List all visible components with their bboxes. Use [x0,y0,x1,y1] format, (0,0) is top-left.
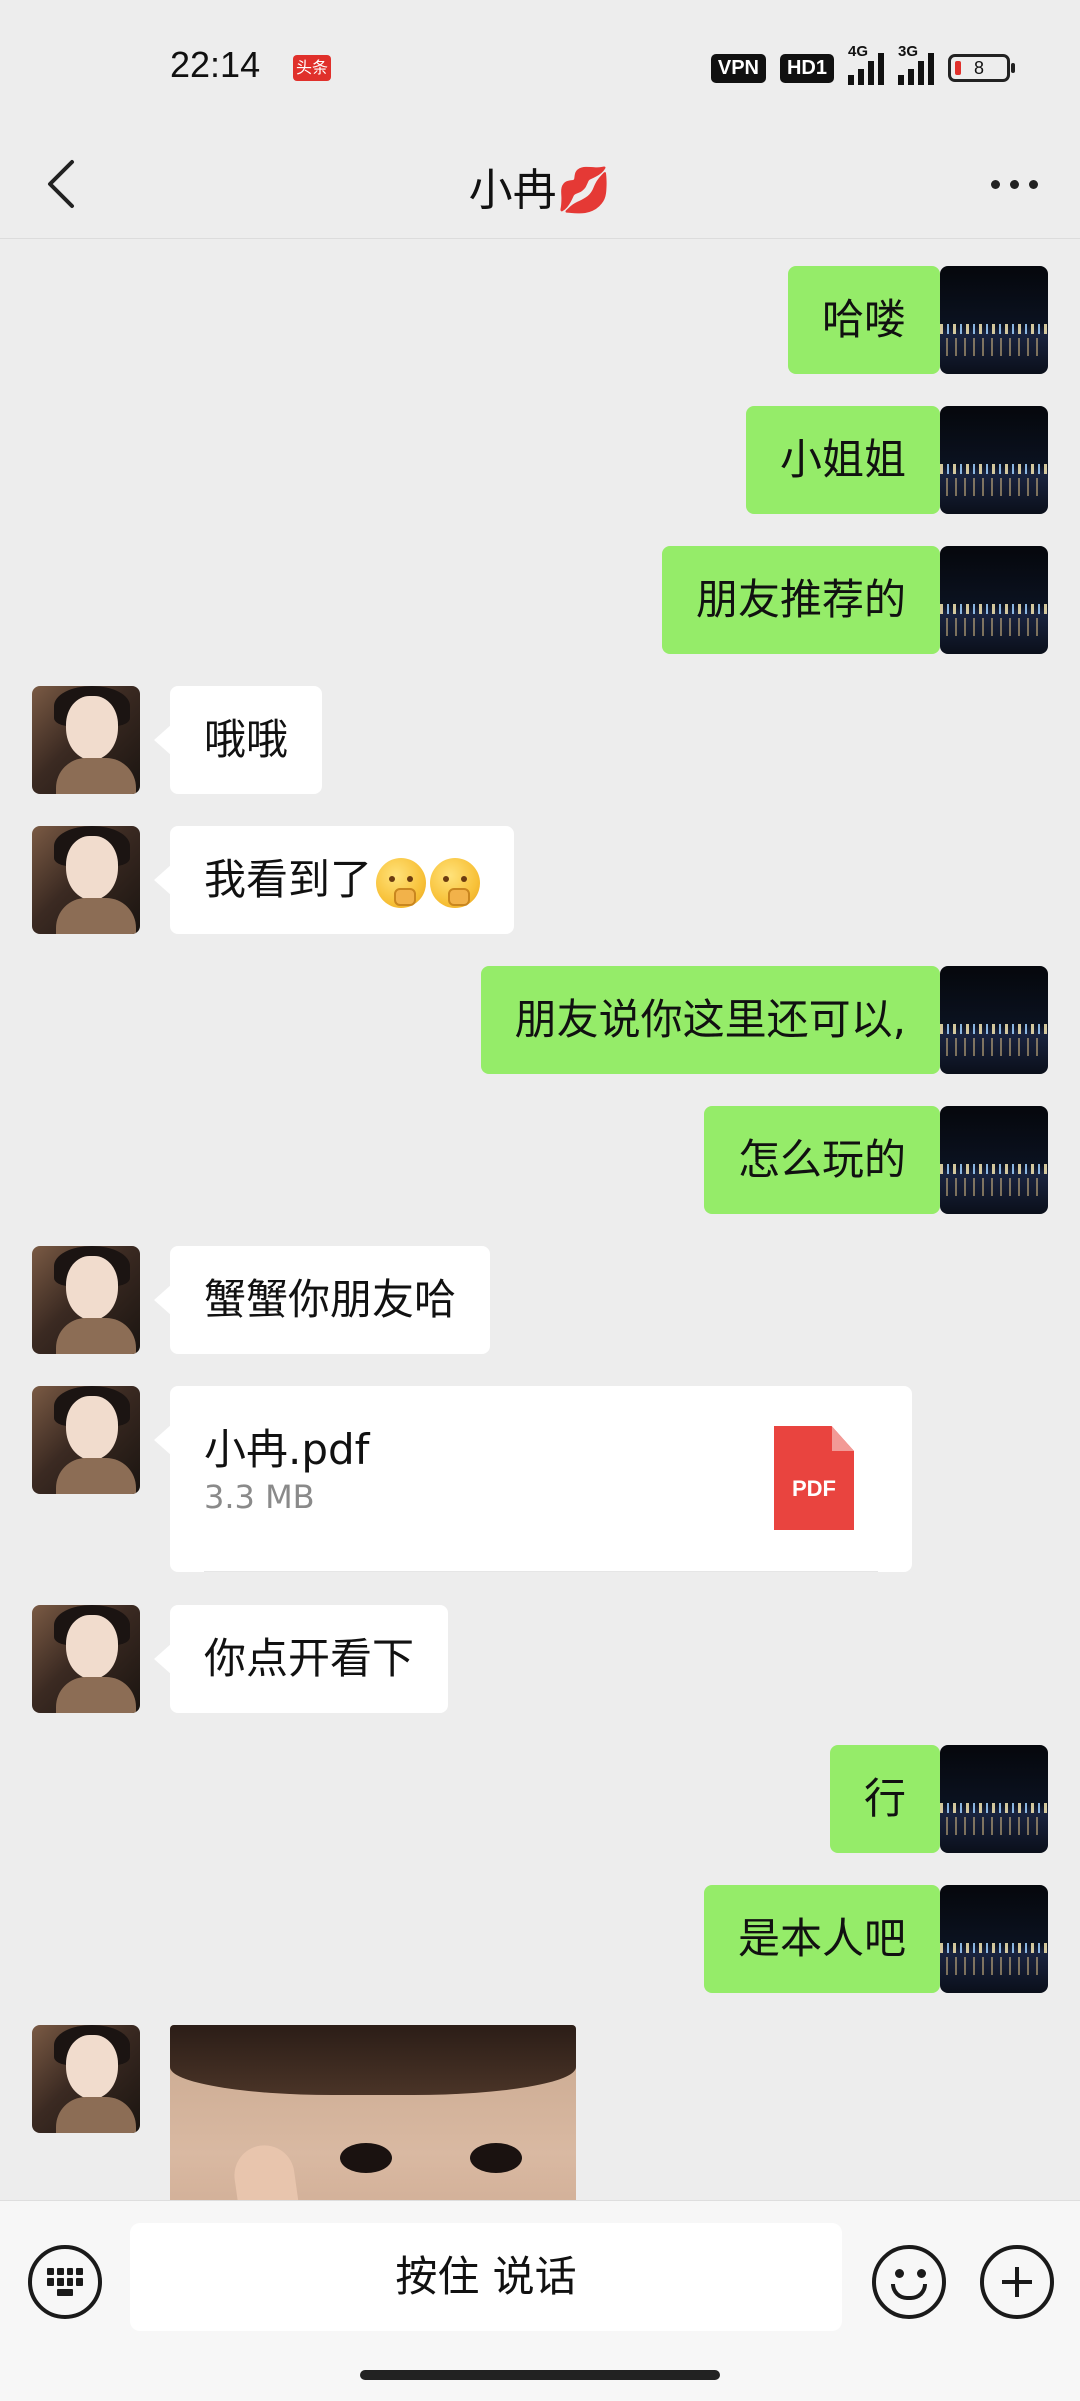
message-list[interactable]: 哈喽 小姐姐 朋友推荐的 哦哦 我看到了 朋友说你这里还可以, 怎么玩的 蟹蟹你… [0,239,1080,2200]
home-indicator[interactable] [360,2370,720,2380]
keyboard-toggle-button[interactable] [28,2245,102,2319]
message-bubble-sent[interactable]: 朋友推荐的 [661,546,957,654]
more-functions-button[interactable] [980,2245,1054,2319]
message-row-sent: 朋友说你这里还可以, [0,966,1080,1074]
my-avatar[interactable] [940,1106,1048,1214]
signal-4g-icon: 4G [848,43,884,85]
contact-avatar[interactable] [32,826,140,934]
message-row-sent: 小姐姐 [0,406,1080,514]
vpn-icon: VPN [710,53,766,83]
pdf-file-icon: PDF [774,1426,854,1530]
message-row-sent: 行 [0,1745,1080,1853]
news-app-badge: 头条 [293,55,331,81]
status-bar: 22:14 头条 VPN HD1 4G 3G 8 [0,0,1080,130]
chat-title: 小冉💋 [468,165,612,216]
battery-icon: 8 [948,54,1015,82]
message-bubble-sent[interactable]: 小姐姐 [745,406,957,514]
message-row-received: 小冉.pdf 3.3 MB PDF [0,1386,1080,1572]
message-row-sent: 哈喽 [0,266,1080,374]
my-avatar[interactable] [940,966,1048,1074]
chat-header: 小冉💋 [0,130,1080,239]
hold-to-talk-button[interactable]: 按住 说话 [130,2223,842,2331]
message-bubble-received[interactable]: 你点开看下 [153,1605,449,1713]
my-avatar[interactable] [940,1745,1048,1853]
file-name: 小冉.pdf [204,1425,370,1474]
message-text: 我看到了 [204,855,373,904]
contact-avatar[interactable] [32,1246,140,1354]
message-row-received: 我看到了 [0,826,1080,934]
message-bubble-received[interactable]: 我看到了 [153,826,515,934]
file-size: 3.3 MB [204,1478,315,1516]
message-row-sent: 朋友推荐的 [0,546,1080,654]
my-avatar[interactable] [940,1885,1048,1993]
message-row-sent: 是本人吧 [0,1885,1080,1993]
contact-avatar[interactable] [32,1605,140,1713]
my-avatar[interactable] [940,546,1048,654]
message-row-received: 你点开看下 [0,1605,1080,1713]
network-3g-label: 3G [898,43,919,60]
emoji-button[interactable] [872,2245,946,2319]
hd-icon: HD1 [779,53,834,83]
message-row-received: 蟹蟹你朋友哈 [0,1246,1080,1354]
keyboard-icon [47,2268,83,2296]
message-bubble-sent[interactable]: 行 [829,1745,957,1853]
my-avatar[interactable] [940,406,1048,514]
contact-avatar[interactable] [32,1386,140,1494]
message-bubble-received[interactable]: 哦哦 [153,686,323,794]
message-bubble-sent[interactable]: 朋友说你这里还可以, [480,966,957,1074]
divider [204,1571,878,1572]
thinking-face-emoji-icon [376,857,427,908]
message-bubble-sent[interactable]: 是本人吧 [703,1885,957,1993]
message-bubble-sent[interactable]: 哈喽 [787,266,957,374]
message-row-received: 哦哦 [0,686,1080,794]
file-attachment-card[interactable]: 小冉.pdf 3.3 MB PDF [154,1386,912,1572]
contact-avatar[interactable] [32,2025,140,2133]
contact-avatar[interactable] [32,686,140,794]
more-options-button[interactable] [978,148,1050,220]
my-avatar[interactable] [940,266,1048,374]
message-row-sent: 怎么玩的 [0,1106,1080,1214]
pdf-label: PDF [792,1476,836,1501]
message-row-received [0,2025,1080,2200]
network-4g-label: 4G [848,43,869,60]
message-bubble-received[interactable]: 蟹蟹你朋友哈 [153,1246,491,1354]
image-message[interactable] [170,2025,576,2200]
signal-3g-icon: 3G [898,43,934,85]
battery-level: 8 [973,57,984,78]
status-time: 22:14 [170,44,261,85]
status-icons: VPN HD1 4G 3G 8 [710,43,1015,88]
emoji-smile-icon [895,2269,904,2278]
message-bubble-sent[interactable]: 怎么玩的 [703,1106,957,1214]
thinking-face-emoji-icon [430,857,481,908]
more-dots-icon [990,179,1000,189]
